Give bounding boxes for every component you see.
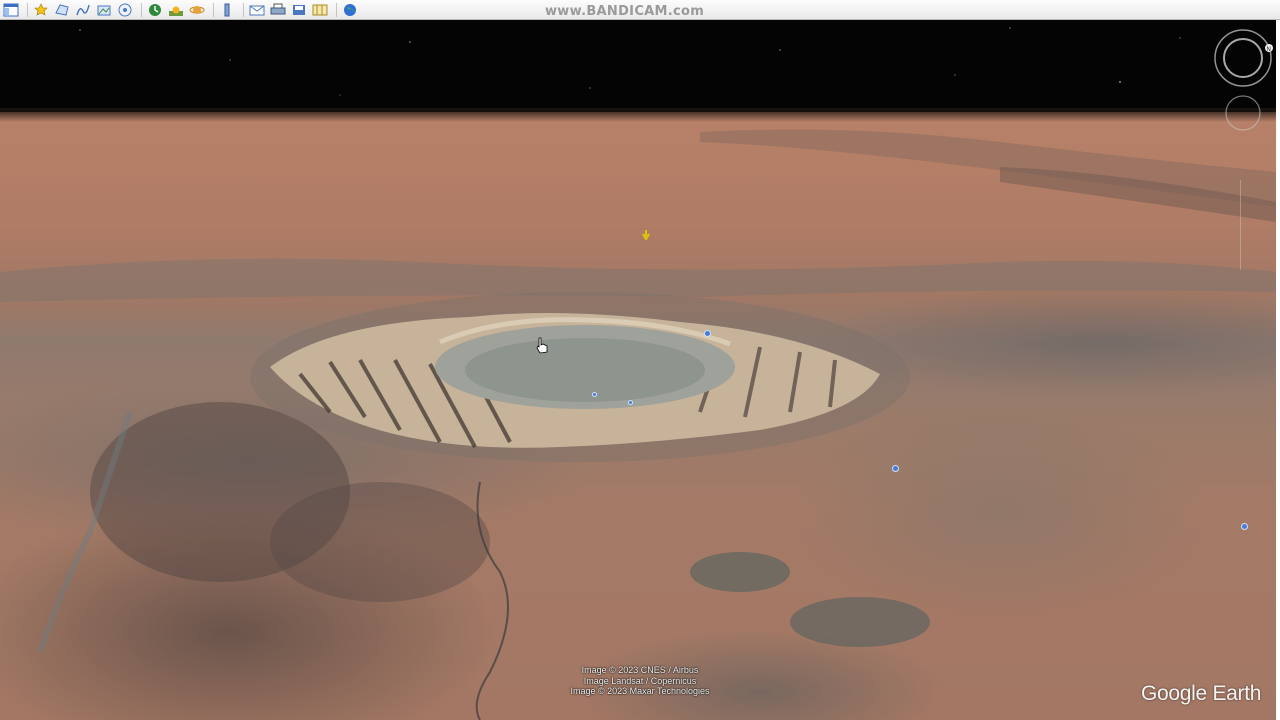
map-pin[interactable]: [892, 465, 899, 472]
polygon-icon[interactable]: [53, 2, 71, 18]
move-joystick[interactable]: [1225, 95, 1261, 131]
ruler-icon[interactable]: [218, 2, 236, 18]
map-pin[interactable]: [628, 400, 633, 405]
imagery-attribution: Image © 2023 CNES / Airbus Image Landsat…: [540, 665, 740, 697]
placemark-icon[interactable]: [642, 227, 650, 245]
view-in-maps-icon[interactable]: [311, 2, 329, 18]
recording-watermark: www.BANDICAM.com: [545, 4, 705, 19]
toolbar-separator: [243, 2, 244, 17]
overlay-icon[interactable]: [95, 2, 113, 18]
toolbar-separator: [336, 2, 337, 17]
attribution-line: Image Landsat / Copernicus: [583, 675, 697, 686]
toolbar-separator: [27, 2, 28, 17]
email-icon[interactable]: [248, 2, 266, 18]
historical-imagery-icon[interactable]: [146, 2, 164, 18]
look-joystick[interactable]: [1214, 29, 1272, 87]
stars: [79, 27, 1181, 96]
svg-text:N: N: [1267, 47, 1271, 53]
save-image-icon[interactable]: [290, 2, 308, 18]
globe-icon[interactable]: [341, 2, 359, 18]
sunlight-icon[interactable]: [167, 2, 185, 18]
attribution-line: Image © 2023 CNES / Airbus: [581, 665, 699, 675]
map-pin[interactable]: [592, 392, 597, 397]
path-icon[interactable]: [74, 2, 92, 18]
window-edge: [1276, 20, 1280, 720]
tour-icon[interactable]: [116, 2, 134, 18]
attribution-line: Image © 2023 Maxar Technologies: [570, 686, 710, 696]
map-pin[interactable]: [704, 330, 711, 337]
toolbar-separator: [141, 2, 142, 17]
map-pin[interactable]: [1241, 523, 1248, 530]
satellite-terrain[interactable]: [0, 112, 1276, 720]
toolbar-separator: [213, 2, 214, 17]
space-background: [0, 20, 1280, 116]
placemark-icon[interactable]: [32, 2, 50, 18]
zoom-slider[interactable]: [1240, 180, 1245, 270]
hand-cursor-icon: [535, 337, 549, 360]
terrain-features: [0, 129, 1276, 720]
google-earth-logo: Google Earth: [1141, 682, 1262, 705]
north-up-icon[interactable]: N: [1265, 44, 1273, 53]
planets-icon[interactable]: [188, 2, 206, 18]
sidebar-icon[interactable]: [2, 2, 20, 18]
print-icon[interactable]: [269, 2, 287, 18]
navigation-controls: N: [1210, 26, 1280, 136]
horizon-haze: [0, 108, 1280, 122]
